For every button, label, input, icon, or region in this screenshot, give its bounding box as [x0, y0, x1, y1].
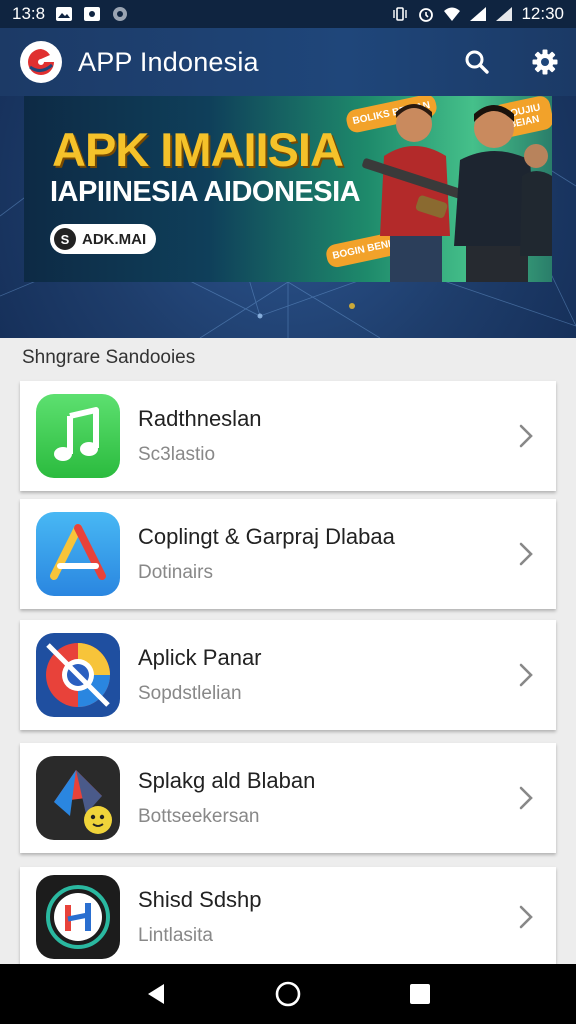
wifi-icon — [443, 6, 461, 22]
item-subtitle: Dotinairs — [138, 562, 213, 583]
status-time-right: 12:30 — [521, 4, 564, 23]
item-title: Radthneslan — [138, 406, 262, 431]
chat-icon — [111, 6, 129, 22]
item-subtitle: Sopdstlelian — [138, 683, 242, 704]
item-subtitle: Lintlasita — [138, 925, 213, 946]
item-subtitle: Sc3lastio — [138, 444, 216, 465]
hero-section: APK IMAIISIA IAPIINESIA AIDONESIA S ADK.… — [0, 96, 576, 338]
banner-pill-button[interactable]: S ADK.MAI — [50, 224, 157, 254]
item-title: Coplingt & Garpraj Dlabaa — [138, 524, 395, 549]
item-subtitle: Bottseekersan — [138, 806, 260, 827]
home-icon[interactable] — [268, 974, 308, 1014]
signal-icon — [495, 6, 513, 22]
music-icon — [36, 394, 120, 478]
banner-title: APK IMAIISIA — [52, 123, 344, 176]
section-title: Shngrare Sandooies — [22, 347, 196, 368]
status-bar: 13:8 12:30 — [0, 0, 576, 28]
chevron-right-icon — [519, 905, 533, 929]
list-item[interactable]: Splakg ald Blaban Bottseekersan — [20, 743, 556, 853]
status-time-left: 13:8 — [12, 4, 46, 23]
app-logo-icon — [20, 41, 62, 83]
settings-icon[interactable] — [530, 47, 560, 77]
chevron-right-icon — [519, 424, 533, 448]
banner-subtitle: IAPIINESIA AIDONESIA — [50, 176, 361, 208]
media-icon — [36, 875, 120, 959]
back-icon[interactable] — [136, 974, 176, 1014]
item-title: Aplick Panar — [138, 645, 262, 670]
game-icon — [36, 756, 120, 840]
photo-icon — [83, 6, 101, 22]
alarm-icon — [417, 6, 435, 22]
chevron-right-icon — [519, 663, 533, 687]
list-item[interactable]: Aplick Panar Sopdstlelian — [20, 620, 556, 730]
item-title: Splakg ald Blaban — [138, 768, 316, 793]
chevron-right-icon — [519, 786, 533, 810]
item-title: Shisd Sdshp — [138, 887, 262, 912]
pill-logo-icon: S — [54, 228, 76, 250]
vibrate-icon — [391, 6, 409, 22]
characters-illustration — [362, 104, 552, 282]
app-store-icon — [36, 512, 120, 596]
recents-icon[interactable] — [400, 974, 440, 1014]
signal-icon — [469, 6, 487, 22]
app-title: APP Indonesia — [78, 46, 259, 77]
gallery-icon — [55, 6, 73, 22]
list-item[interactable]: Radthneslan Sc3lastio — [20, 381, 556, 491]
app-bar: APP Indonesia — [0, 28, 576, 96]
list-item[interactable]: Coplingt & Garpraj Dlabaa Dotinairs — [20, 499, 556, 609]
chevron-right-icon — [519, 542, 533, 566]
search-icon[interactable] — [462, 47, 492, 77]
promo-banner[interactable]: APK IMAIISIA IAPIINESIA AIDONESIA S ADK.… — [24, 96, 552, 282]
browser-icon — [36, 633, 120, 717]
banner-pill-label: ADK.MAI — [82, 230, 147, 248]
list-item[interactable]: Shisd Sdshp Lintlasita — [20, 867, 556, 967]
system-nav-bar — [0, 964, 576, 1024]
